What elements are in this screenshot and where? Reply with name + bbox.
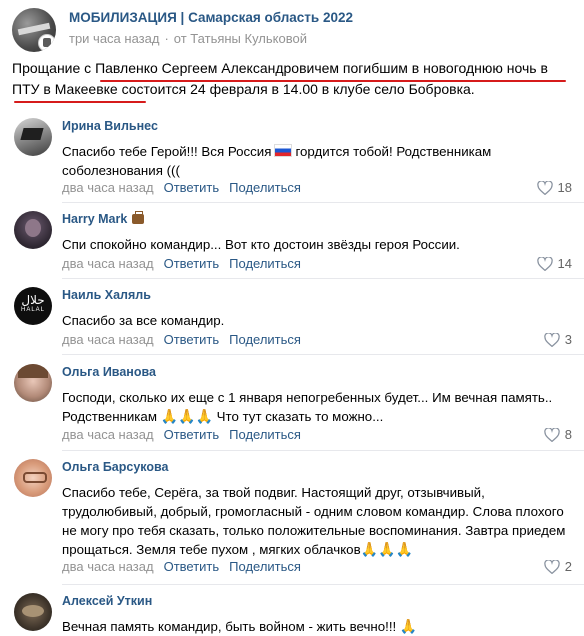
comment-text: Господи, сколько их еще с 1 января непог… <box>62 390 553 424</box>
comment-author[interactable]: Ольга Иванова <box>62 365 156 379</box>
divider <box>62 584 584 585</box>
comment: Ирина Вильнес Спасибо тебе Герой!!! Вся … <box>12 118 572 202</box>
red-underline-1 <box>100 80 566 82</box>
divider <box>62 202 584 203</box>
post-author[interactable]: от Татьяны Кульковой <box>174 31 307 46</box>
briefcase-icon <box>132 211 145 224</box>
share-button[interactable]: Поделиться <box>229 332 301 347</box>
avatar-sublabel: HALAL <box>20 307 45 313</box>
like-count: 8 <box>564 427 572 442</box>
like-button[interactable]: 3 <box>544 332 572 347</box>
comment-text: Вечная память командир, быть войном - жи… <box>62 618 418 634</box>
pray-emoji-icon: 🙏🙏🙏 <box>360 541 413 557</box>
comment-meta: два часа назад Ответить Поделиться <box>62 332 301 347</box>
like-button[interactable]: 8 <box>544 427 572 442</box>
comment: Ольга Барсукова Спасибо тебе, Серёга, за… <box>12 459 572 579</box>
comment-text: Спи спокойно командир... Вот кто достоин… <box>62 237 460 252</box>
reply-button[interactable]: Ответить <box>164 559 220 574</box>
like-count: 2 <box>564 559 572 574</box>
comment-time[interactable]: два часа назад <box>62 256 154 271</box>
comment: حلال HALAL Наиль Халяль Спасибо за все к… <box>12 287 572 349</box>
like-count: 18 <box>557 180 572 195</box>
reply-button[interactable]: Ответить <box>164 332 220 347</box>
heart-icon <box>544 427 560 442</box>
comment-author[interactable]: Ольга Барсукова <box>62 460 169 474</box>
badge-icon <box>38 34 56 52</box>
avatar-label: حلال <box>21 293 45 307</box>
pray-emoji-icon: 🙏 <box>399 618 418 634</box>
avatar[interactable]: حلال HALAL <box>14 287 52 325</box>
share-button[interactable]: Поделиться <box>229 256 301 271</box>
red-underline-2 <box>14 101 146 103</box>
share-button[interactable]: Поделиться <box>229 180 301 195</box>
comment-text: Спасибо тебе, Серёга, за твой подвиг. На… <box>62 485 566 557</box>
comment: Harry Mark Спи спокойно командир... Вот … <box>12 211 572 273</box>
post-text: Прощание с Павленко Сергеем Александрови… <box>12 58 572 100</box>
share-button[interactable]: Поделиться <box>229 427 301 442</box>
comment-meta: два часа назад Ответить Поделиться <box>62 427 301 442</box>
comment-time[interactable]: два часа назад <box>62 332 154 347</box>
comment-time[interactable]: два часа назад <box>62 180 154 195</box>
comment-text: Спасибо за все командир. <box>62 313 225 328</box>
reply-button[interactable]: Ответить <box>164 180 220 195</box>
divider <box>62 278 584 279</box>
like-count: 14 <box>557 256 572 271</box>
post-text-highlight-2: в Макеевке <box>43 81 118 97</box>
post-text-end: состоится 24 февраля в 14.00 в клубе сел… <box>117 81 475 97</box>
avatar[interactable] <box>14 211 52 249</box>
comment: Алексей Уткин Вечная память командир, бы… <box>12 593 572 634</box>
comment-time[interactable]: два часа назад <box>62 559 154 574</box>
comment-time[interactable]: два часа назад <box>62 427 154 442</box>
heart-icon <box>536 180 553 195</box>
like-button[interactable]: 18 <box>536 180 572 195</box>
post-text-start: Прощание с <box>12 60 96 76</box>
reply-button[interactable]: Ответить <box>164 427 220 442</box>
heart-icon <box>544 559 560 574</box>
comment-meta: два часа назад Ответить Поделиться <box>62 256 301 271</box>
comment-meta: два часа назад Ответить Поделиться <box>62 180 301 195</box>
group-avatar[interactable] <box>12 8 56 52</box>
post-header: МОБИЛИЗАЦИЯ | Самарская область 2022 три… <box>12 8 572 52</box>
avatar[interactable] <box>14 118 52 156</box>
comment-author[interactable]: Наиль Халяль <box>62 288 151 302</box>
comment-author[interactable]: Алексей Уткин <box>62 594 152 608</box>
reply-button[interactable]: Ответить <box>164 256 220 271</box>
comment-text: Спасибо тебе Герой!!! Вся Россия гордится… <box>62 144 492 178</box>
group-name[interactable]: МОБИЛИЗАЦИЯ | Самарская область 2022 <box>69 10 353 25</box>
share-button[interactable]: Поделиться <box>229 559 301 574</box>
pray-emoji-icon: 🙏🙏🙏 <box>160 408 213 424</box>
like-button[interactable]: 2 <box>544 559 572 574</box>
avatar[interactable] <box>14 364 52 402</box>
comment-author[interactable]: Ирина Вильнес <box>62 119 158 133</box>
avatar[interactable] <box>14 593 52 631</box>
post-time[interactable]: три часа назад <box>69 31 159 46</box>
divider <box>62 450 584 451</box>
russia-flag-icon <box>274 144 293 157</box>
comment-meta: два часа назад Ответить Поделиться <box>62 559 301 574</box>
divider <box>62 354 584 355</box>
heart-icon <box>536 256 553 271</box>
like-count: 3 <box>564 332 572 347</box>
post-meta: три часа назад · от Татьяны Кульковой <box>69 31 307 46</box>
comment-author[interactable]: Harry Mark <box>62 211 145 226</box>
like-button[interactable]: 14 <box>536 256 572 271</box>
comment: Ольга Иванова Господи, сколько их еще с … <box>12 364 572 444</box>
heart-icon <box>544 332 560 347</box>
avatar[interactable] <box>14 459 52 497</box>
